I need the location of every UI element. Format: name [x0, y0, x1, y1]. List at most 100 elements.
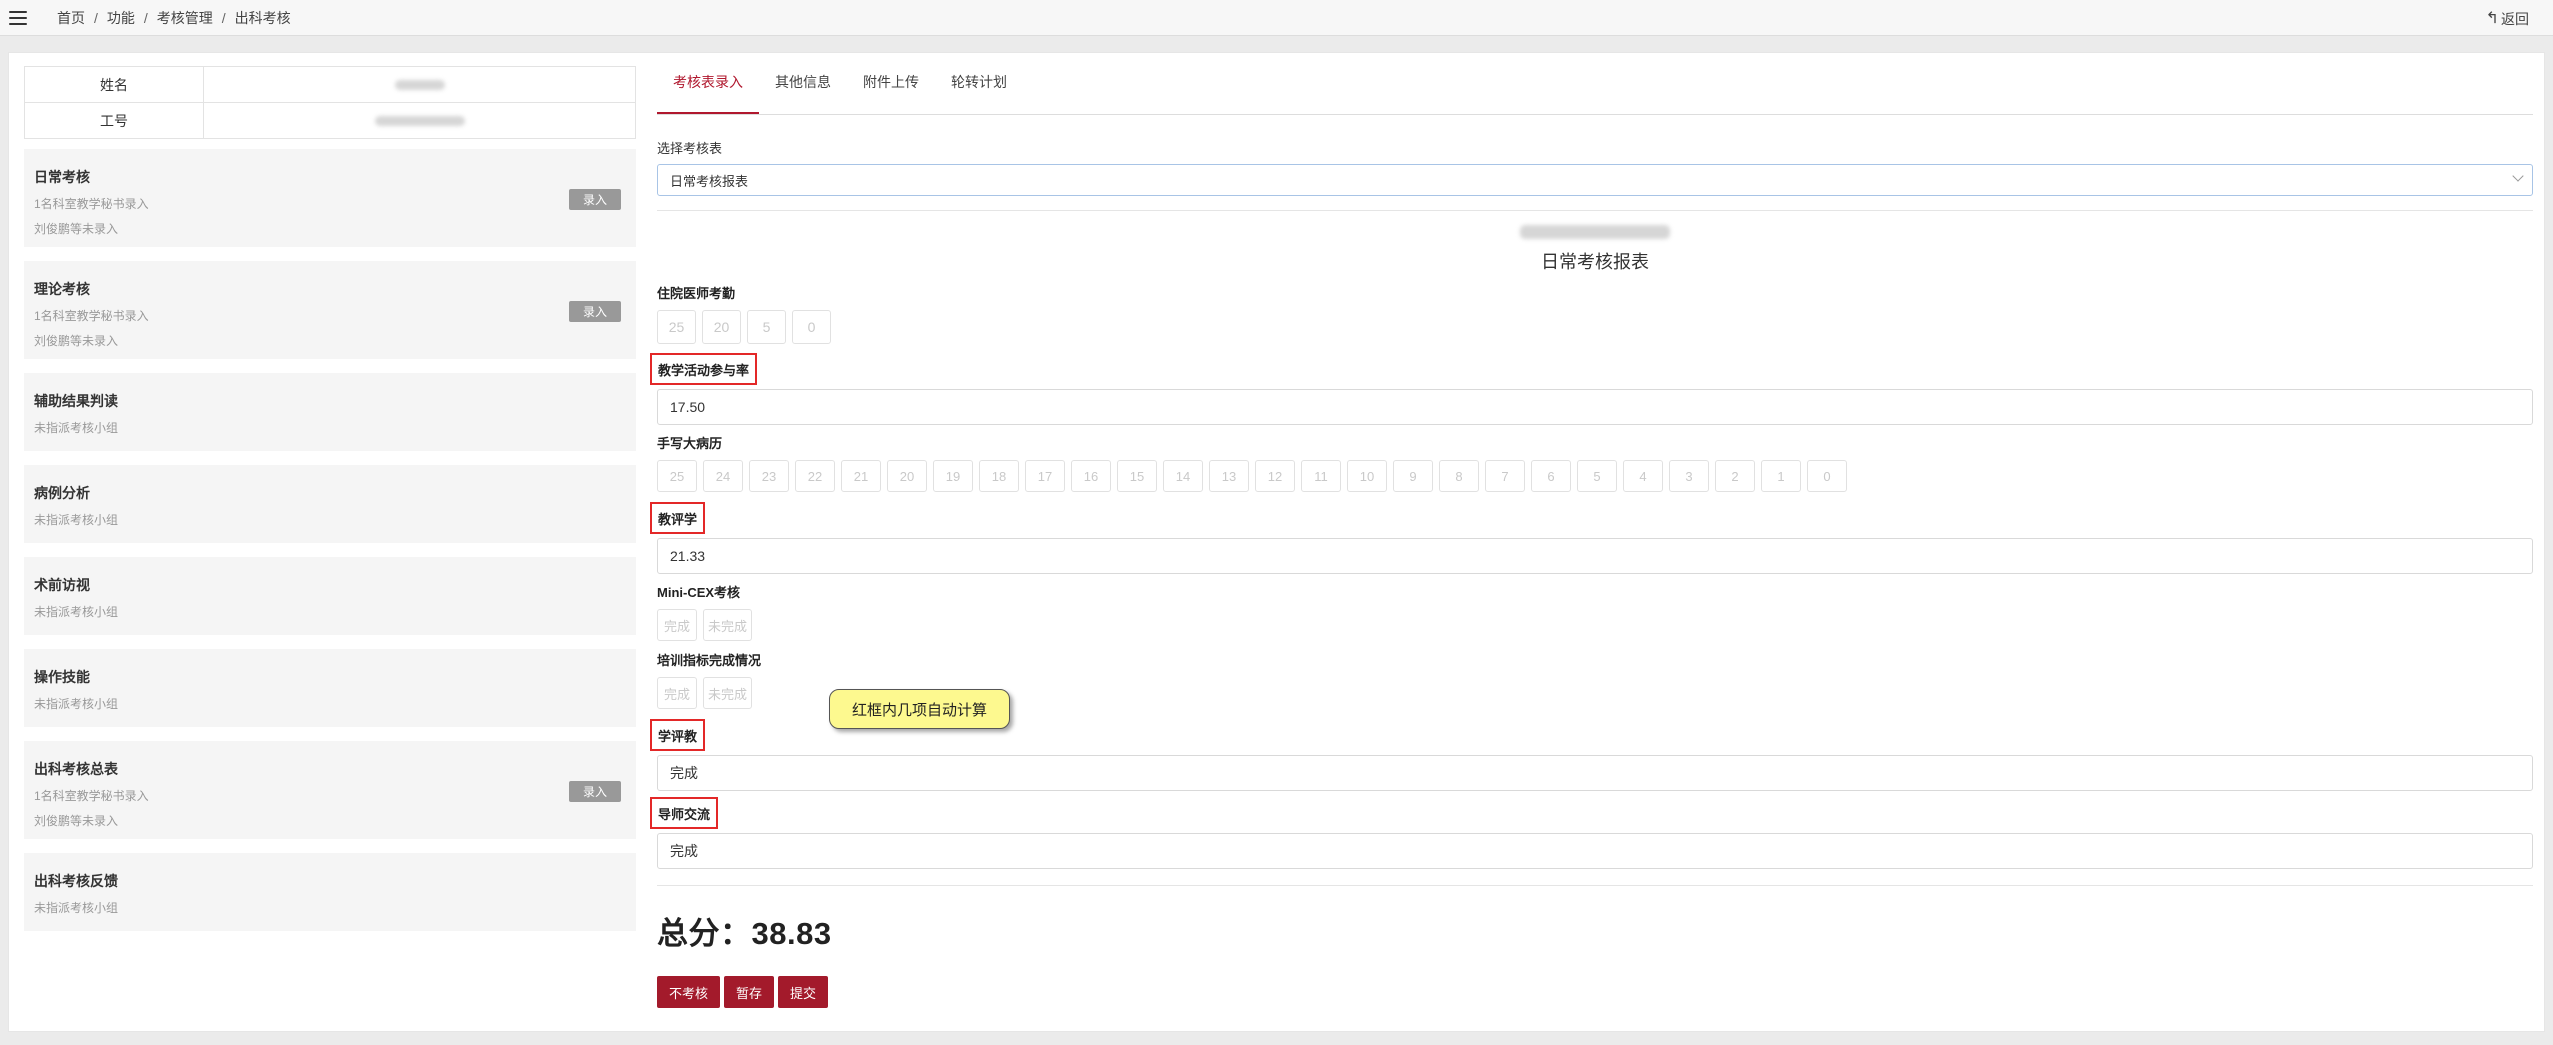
records-label: 手写大病历	[657, 436, 723, 451]
save-draft-button[interactable]: 暂存	[724, 976, 775, 1008]
tab-assessment-entry[interactable]: 考核表录入	[657, 67, 759, 114]
records-option[interactable]: 20	[887, 460, 927, 492]
attendance-option[interactable]: 25	[657, 310, 696, 344]
module-title: 操作技能	[34, 669, 90, 685]
total-score: 总分：38.83	[657, 916, 832, 951]
module-status-line: 未指派考核小组	[34, 421, 119, 435]
student-eval-label: 学评教	[650, 719, 706, 751]
records-option[interactable]: 22	[795, 460, 835, 492]
records-options: 25 24 23 22 21 20 19 18 17 16 15 14 13 12 11 10 9 8 7 6 5 4 3 2…	[657, 460, 2533, 492]
student-eval-field[interactable]: 完成	[657, 755, 2533, 791]
enter-button[interactable]: 录入	[569, 189, 621, 210]
records-option[interactable]: 17	[1025, 460, 1065, 492]
training-option[interactable]: 未完成	[703, 677, 753, 709]
teaching-rate-field[interactable]: 17.50	[657, 389, 2533, 425]
records-option[interactable]: 3	[1669, 460, 1709, 492]
records-option[interactable]: 0	[1807, 460, 1847, 492]
records-option[interactable]: 25	[657, 460, 697, 492]
module-title: 术前访视	[34, 577, 90, 593]
module-status-line: 未指派考核小组	[34, 513, 119, 527]
left-column: 姓名 工号 日常考核 1名科室教学秘书录入 刘俊鹏等未录入 录入 理论考核 1名科室教学秘…	[24, 66, 636, 931]
breadcrumb-current: 出科考核	[234, 9, 291, 26]
records-option[interactable]: 24	[703, 460, 743, 492]
mentor-field[interactable]: 完成	[657, 833, 2533, 869]
training-option[interactable]: 完成	[657, 677, 697, 709]
report-title: 日常考核报表	[1541, 252, 1649, 272]
back-label: 返回	[2501, 11, 2529, 27]
teacher-eval-field[interactable]: 21.33	[657, 538, 2533, 574]
records-option[interactable]: 15	[1117, 460, 1157, 492]
auto-calc-note: 红框内几项自动计算	[829, 689, 1010, 729]
assessment-module[interactable]: 操作技能 未指派考核小组	[24, 649, 636, 727]
menu-icon[interactable]	[9, 10, 27, 25]
tab-rotation-plan[interactable]: 轮转计划	[935, 67, 1023, 114]
report-header: 日常考核报表	[657, 225, 2533, 274]
module-status-line: 未指派考核小组	[34, 901, 119, 915]
enter-button[interactable]: 录入	[569, 301, 621, 322]
records-option[interactable]: 1	[1761, 460, 1801, 492]
assessment-module[interactable]: 病例分析 未指派考核小组	[24, 465, 636, 543]
form-select-value: 日常考核报表	[670, 173, 749, 189]
reply-arrow-icon: ↰	[2485, 10, 2499, 27]
submit-button[interactable]: 提交	[778, 976, 829, 1008]
assessment-module[interactable]: 术前访视 未指派考核小组	[24, 557, 636, 635]
records-option[interactable]: 2	[1715, 460, 1755, 492]
attendance-option[interactable]: 20	[702, 310, 741, 344]
records-option[interactable]: 16	[1071, 460, 1111, 492]
module-status-line: 1名科室教学秘书录入	[34, 789, 149, 803]
assessment-module[interactable]: 出科考核反馈 未指派考核小组	[24, 853, 636, 931]
records-option[interactable]: 18	[979, 460, 1019, 492]
module-status-line: 刘俊鹏等未录入	[34, 334, 119, 348]
records-option[interactable]: 6	[1531, 460, 1571, 492]
breadcrumb-assessment-management[interactable]: 考核管理	[157, 8, 213, 28]
module-status-line: 1名科室教学秘书录入	[34, 309, 149, 323]
form-select[interactable]: 日常考核报表	[657, 164, 2533, 196]
records-option[interactable]: 4	[1623, 460, 1663, 492]
records-option[interactable]: 5	[1577, 460, 1617, 492]
records-option[interactable]: 11	[1301, 460, 1341, 492]
tab-other-info[interactable]: 其他信息	[759, 67, 847, 114]
attendance-option[interactable]: 0	[792, 310, 831, 344]
records-option[interactable]: 7	[1485, 460, 1525, 492]
module-status-line: 刘俊鹏等未录入	[34, 814, 119, 828]
divider	[657, 885, 2533, 886]
records-option[interactable]: 8	[1439, 460, 1479, 492]
mini-cex-options: 完成 未完成	[657, 609, 2533, 641]
mini-cex-option[interactable]: 未完成	[703, 609, 753, 641]
records-option[interactable]: 13	[1209, 460, 1249, 492]
assessment-module[interactable]: 辅助结果判读 未指派考核小组	[24, 373, 636, 451]
records-option[interactable]: 19	[933, 460, 973, 492]
name-value	[203, 66, 636, 103]
attendance-option[interactable]: 5	[747, 310, 786, 344]
breadcrumb-home[interactable]: 首页	[57, 8, 85, 28]
name-label: 姓名	[24, 66, 204, 103]
breadcrumb-function[interactable]: 功能	[107, 8, 135, 28]
module-title: 出科考核总表	[34, 761, 118, 777]
records-option[interactable]: 14	[1163, 460, 1203, 492]
module-title: 辅助结果判读	[34, 393, 118, 409]
records-option[interactable]: 21	[841, 460, 881, 492]
skip-assessment-button[interactable]: 不考核	[657, 976, 721, 1008]
right-column: 考核表录入 其他信息 附件上传 轮转计划 选择考核表 日常考核报表 日常考核报表…	[650, 53, 2533, 1008]
enter-button[interactable]: 录入	[569, 781, 621, 802]
top-bar: 首页 / 功能 / 考核管理 / 出科考核 ↰ 返回	[0, 0, 2553, 36]
assessment-module[interactable]: 出科考核总表 1名科室教学秘书录入 刘俊鹏等未录入 录入	[24, 741, 636, 839]
module-title: 理论考核	[34, 281, 90, 297]
records-option[interactable]: 23	[749, 460, 789, 492]
teacher-eval-label: 教评学	[650, 502, 706, 534]
divider	[657, 210, 2533, 211]
module-title: 日常考核	[34, 169, 90, 185]
back-button[interactable]: ↰ 返回	[2486, 9, 2529, 29]
records-option[interactable]: 10	[1347, 460, 1387, 492]
mentor-label: 导师交流	[650, 797, 719, 829]
module-title: 出科考核反馈	[34, 873, 118, 889]
teaching-rate-label: 教学活动参与率	[650, 353, 758, 385]
tab-attachment-upload[interactable]: 附件上传	[847, 67, 935, 114]
id-label: 工号	[24, 102, 204, 139]
assessment-module[interactable]: 日常考核 1名科室教学秘书录入 刘俊鹏等未录入 录入	[24, 149, 636, 247]
records-option[interactable]: 9	[1393, 460, 1433, 492]
records-option[interactable]: 12	[1255, 460, 1295, 492]
student-info-table: 姓名 工号	[24, 66, 636, 139]
assessment-module[interactable]: 理论考核 1名科室教学秘书录入 刘俊鹏等未录入 录入	[24, 261, 636, 359]
mini-cex-option[interactable]: 完成	[657, 609, 697, 641]
